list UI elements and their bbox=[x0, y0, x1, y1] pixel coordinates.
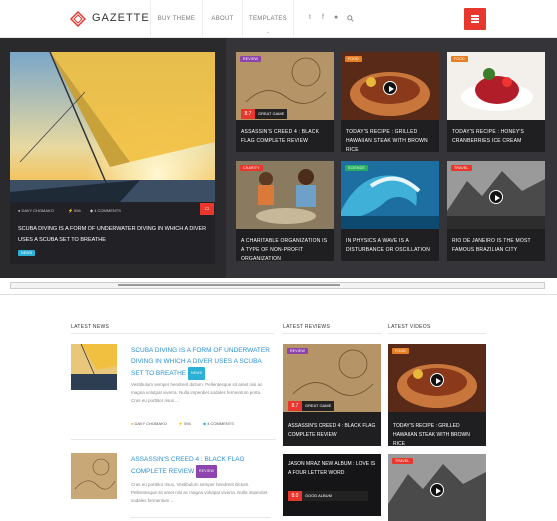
news-excerpt: Cras eu porttitor risus. Vestibulum semp… bbox=[131, 482, 268, 503]
ice-cream-image bbox=[447, 52, 545, 120]
play-icon[interactable] bbox=[430, 373, 444, 387]
chevron-down-icon: ⌄ bbox=[266, 29, 271, 35]
facebook-icon[interactable]: f bbox=[322, 14, 324, 21]
latest-news-heading: LATEST NEWS bbox=[71, 324, 110, 330]
news-thumb-map[interactable] bbox=[71, 453, 117, 499]
news-comments[interactable]: ◆ 4 COMMENTS bbox=[203, 421, 234, 426]
tile-title[interactable]: A CHARITABLE ORGANIZATION IS A TYPE OF N… bbox=[241, 237, 331, 261]
play-icon[interactable] bbox=[383, 81, 397, 95]
video-card[interactable]: TRAVEL bbox=[388, 454, 486, 521]
tile-title[interactable]: RIO DE JANEIRO IS THE MOST FAMOUS BRAZIL… bbox=[452, 237, 542, 255]
tile-title[interactable]: TODAY'S RECIPE : HONEY'S CRANBERRIES ICE… bbox=[452, 128, 542, 146]
latest-videos-heading: LATEST VIDEOS bbox=[388, 324, 431, 330]
video-title[interactable]: TODAY'S RECIPE : GRILLED HAWAIIAN STEAK … bbox=[393, 422, 483, 446]
score-box: 8.0 GOOD ALBUM bbox=[288, 491, 368, 501]
play-icon[interactable] bbox=[430, 483, 444, 497]
hero-tag[interactable]: NEWS bbox=[18, 250, 36, 256]
tile-badge[interactable]: FOOD bbox=[345, 56, 362, 62]
divider bbox=[131, 517, 271, 518]
tile-review[interactable]: REVIEW 8.7 GREAT GAME ASSASSIN'S CREED 4 … bbox=[236, 52, 334, 152]
video-badge[interactable]: TRAVEL bbox=[392, 458, 413, 464]
review-card[interactable]: JASON MRAZ NEW ALBUM : LOVE IS A FOUR LE… bbox=[283, 454, 381, 516]
tile-badge[interactable]: CHARITY bbox=[240, 165, 263, 171]
tile-steak-video[interactable]: FOOD TODAY'S RECIPE : GRILLED HAWAIIAN S… bbox=[341, 52, 439, 152]
hamburger-icon bbox=[471, 15, 479, 17]
news-tag[interactable]: NEWS bbox=[187, 367, 206, 380]
gazette-logo-icon[interactable] bbox=[70, 11, 86, 27]
news-views: ⚡ 594 bbox=[178, 421, 191, 426]
tile-ice-cream[interactable]: FOOD TODAY'S RECIPE : HONEY'S CRANBERRIE… bbox=[447, 52, 545, 152]
review-badge[interactable]: REVIEW bbox=[287, 348, 309, 354]
tile-rio-video[interactable]: TRAVEL RIO DE JANEIRO IS THE MOST FAMOUS… bbox=[447, 161, 545, 261]
hero-author[interactable]: ● DAVY CHOMAKO bbox=[18, 208, 54, 213]
flickr-icon[interactable]: ● bbox=[334, 14, 338, 21]
news-post-title[interactable]: SCUBA DIVING IS A FORM OF UNDERWATER DIV… bbox=[131, 345, 271, 380]
news-author[interactable]: ● DAVY CHOMAKO bbox=[131, 421, 167, 426]
hamburger-menu-button[interactable] bbox=[464, 8, 486, 30]
latest-reviews-heading: LATEST REVIEWS bbox=[283, 324, 331, 330]
search-icon[interactable] bbox=[347, 15, 354, 22]
divider bbox=[71, 333, 274, 334]
nav-buy-theme[interactable]: BUY THEME bbox=[150, 0, 202, 38]
scrollbar-thumb[interactable] bbox=[118, 284, 340, 286]
hero-comments[interactable]: ◆ 4 COMMENTS bbox=[90, 208, 121, 213]
review-card[interactable]: REVIEW 8.7 GREAT GAME ASSASSIN'S CREED 4 … bbox=[283, 344, 381, 446]
tile-badge[interactable]: REVIEW bbox=[240, 56, 262, 62]
wave-image bbox=[341, 161, 439, 229]
tile-badge[interactable]: SCIENCE bbox=[345, 165, 368, 171]
divider bbox=[388, 333, 486, 334]
hero-post[interactable]: ● DAVY CHOMAKO ⚡ 594 ◆ 4 COMMENTS ▭ SCUB… bbox=[10, 52, 215, 264]
tile-charity[interactable]: CHARITY A CHARITABLE ORGANIZATION IS A T… bbox=[236, 161, 334, 261]
play-icon[interactable] bbox=[489, 190, 503, 204]
news-excerpt: Vestibulum semper hendrerit dictum. Pell… bbox=[131, 382, 263, 403]
news-tag[interactable]: REVIEW bbox=[196, 465, 218, 478]
tile-title[interactable]: TODAY'S RECIPE : GRILLED HAWAIIAN STEAK … bbox=[346, 128, 436, 152]
video-card[interactable]: FOOD TODAY'S RECIPE : GRILLED HAWAIIAN S… bbox=[388, 344, 486, 446]
video-badge[interactable]: FOOD bbox=[392, 348, 409, 354]
charity-image bbox=[236, 161, 334, 229]
tile-wave[interactable]: SCIENCE IN PHYSICS A WAVE IS A DISTURBAN… bbox=[341, 161, 439, 261]
nav-about[interactable]: ABOUT bbox=[202, 0, 242, 38]
divider bbox=[283, 333, 381, 334]
review-title[interactable]: ASSASSIN'S CREED 4 : BLACK FLAG COMPLETE… bbox=[288, 422, 378, 440]
twitter-icon[interactable]: t bbox=[309, 14, 311, 21]
tile-badge[interactable]: TRAVEL bbox=[451, 165, 472, 171]
news-thumb-sailboat[interactable] bbox=[71, 344, 117, 390]
site-header: GAZETTE BUY THEME ABOUT TEMPLATES ⌄ t f … bbox=[0, 0, 557, 38]
hero-corner-button[interactable]: ▭ bbox=[200, 203, 214, 215]
tile-title[interactable]: ASSASSIN'S CREED 4 : BLACK FLAG COMPLETE… bbox=[241, 128, 331, 146]
score-box: 8.7 GREAT GAME bbox=[241, 109, 287, 119]
news-post-title[interactable]: ASSASSIN'S CREED 4 : BLACK FLAG COMPLETE… bbox=[131, 454, 271, 478]
hero-title[interactable]: SCUBA DIVING IS A FORM OF UNDERWATER DIV… bbox=[18, 224, 208, 246]
review-title[interactable]: JASON MRAZ NEW ALBUM : LOVE IS A FOUR LE… bbox=[288, 460, 378, 478]
featured-scrollbar[interactable] bbox=[0, 278, 557, 295]
tile-badge[interactable]: FOOD bbox=[451, 56, 468, 62]
tile-title[interactable]: IN PHYSICS A WAVE IS A DISTURBANCE OR OS… bbox=[346, 237, 436, 255]
site-logo-text[interactable]: GAZETTE bbox=[92, 12, 150, 24]
hero-views: ⚡ 594 bbox=[68, 208, 81, 213]
divider bbox=[71, 439, 276, 440]
score-box: 8.7 GREAT GAME bbox=[288, 401, 334, 411]
